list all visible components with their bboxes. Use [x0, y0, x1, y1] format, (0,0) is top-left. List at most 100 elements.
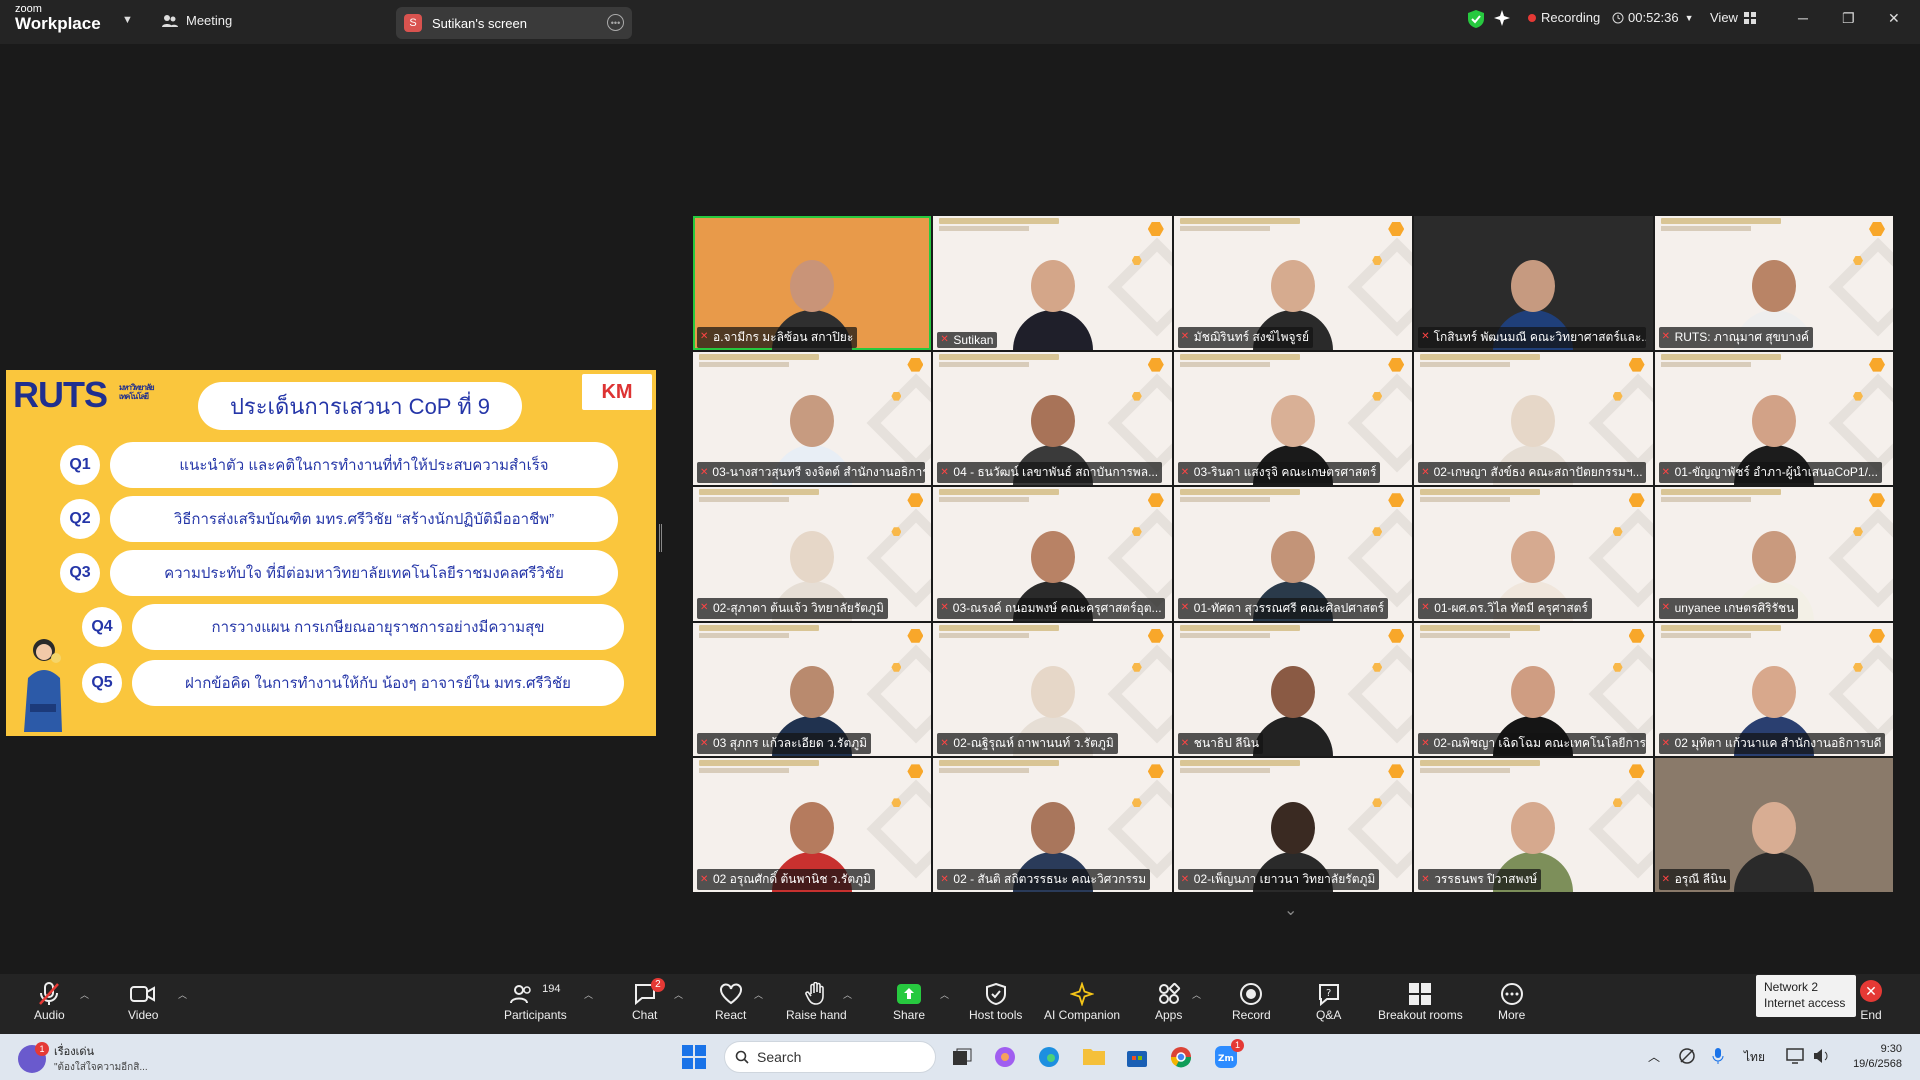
chat-caret-icon[interactable]: ︿: [674, 988, 683, 1001]
more-button[interactable]: More: [1498, 980, 1525, 1022]
svg-text:Zm: Zm: [1218, 1054, 1234, 1064]
participant-tile[interactable]: ✕ 02-เพ็ญนภา เยาวนา วิทยาลัยรัตภูมิ: [1173, 758, 1413, 892]
participant-tile[interactable]: ✕ 01-ขัญญาพัชร์ อำภา-ผู้นำเสนอCoP1/...: [1654, 351, 1893, 486]
store-icon[interactable]: [1126, 1046, 1148, 1073]
participants-button[interactable]: 194 Participants: [504, 980, 567, 1022]
participant-name-label: ✕ 02-สุภาดา ต้นแจ้ว วิทยาลัยรัตภูมิ: [697, 597, 888, 619]
chevron-down-icon[interactable]: ⌄: [1284, 900, 1297, 920]
share-button[interactable]: Share: [893, 980, 925, 1022]
task-view-icon[interactable]: [952, 1048, 972, 1071]
more-icon: [1500, 980, 1524, 1008]
qa-button[interactable]: ? Q&A: [1316, 980, 1341, 1022]
taskbar-search[interactable]: Search: [724, 1041, 936, 1073]
participant-head: [1751, 530, 1796, 583]
react-caret-icon[interactable]: ︿: [754, 988, 763, 1001]
participant-tile[interactable]: ✕ 02-ณพิชญา เฉิดโฉม คณะเทคโนโลยีการจั...: [1414, 622, 1653, 757]
background-chevron: [1107, 644, 1172, 744]
background-chevron: [1347, 373, 1413, 473]
participant-tile[interactable]: ✕ 03-นางสาวสุนทรี จงจิตต์ สำนักงานอธิการ.…: [693, 351, 932, 486]
video-button[interactable]: Video: [128, 980, 158, 1022]
meeting-tab[interactable]: Meeting: [162, 13, 232, 28]
participant-tile[interactable]: ✕ มัชฌิรินทร์ สงฆ์ไพจูรย์: [1173, 216, 1413, 350]
audio-caret-icon[interactable]: ︿: [80, 988, 89, 1001]
microphone-icon[interactable]: [1712, 1047, 1724, 1070]
participant-tile[interactable]: ✕ 03 สุภกร แก้วละเอียด ว.รัตภูมิ: [693, 622, 932, 757]
copilot-icon[interactable]: [994, 1046, 1016, 1073]
file-explorer-icon[interactable]: [1082, 1046, 1106, 1071]
apps-caret-icon[interactable]: ︿: [1192, 988, 1201, 1001]
minimize-icon[interactable]: ─: [1798, 10, 1808, 26]
participant-tile[interactable]: ✕ 02 อรุณศักดิ์ ต้นพานิช ว.รัตภูมิ: [693, 758, 932, 892]
participant-tile[interactable]: ✕ 04 - ธนวัฒน์ เลขาพันธ์ สถาบันการพล...: [933, 351, 1172, 486]
chrome-icon[interactable]: [1170, 1046, 1192, 1073]
speaker-icon[interactable]: [1812, 1047, 1830, 1070]
apps-button[interactable]: Apps: [1155, 980, 1182, 1022]
ai-companion-button[interactable]: AI Companion: [1044, 980, 1120, 1022]
news-widget[interactable]: 1 เรื่องเด่น "ต้องใส่ใจความอีกสิ...: [18, 1041, 148, 1075]
host-tools-button[interactable]: Host tools: [969, 980, 1022, 1022]
participant-tile[interactable]: ✕ โกสินทร์ พัฒนมณี คณะวิทยาศาสตร์และ...: [1414, 216, 1653, 350]
banner-text: [699, 353, 819, 360]
shared-slide[interactable]: RUTS มหาวิทยาลัยเทคโนโลยี KM ประเด็นการเส…: [6, 370, 656, 736]
participant-tile[interactable]: ✕ 02 มุทิตา แก้วนาแค สำนักงานอธิการบดี: [1654, 622, 1893, 757]
participant-tile[interactable]: ✕ อ.จามีกร มะลิซ้อน สกาปิยะ: [693, 216, 932, 350]
hexagon-decor: [1388, 628, 1405, 643]
participant-tile[interactable]: ✕ Sutikan: [933, 216, 1172, 350]
chevron-up-icon[interactable]: ︿: [1648, 1048, 1660, 1065]
participant-tile[interactable]: ✕ 03-ณรงค์ ถนอมพงษ์ คณะครุศาสตร์อุต...: [933, 487, 1172, 621]
chevron-down-icon[interactable]: ▼: [122, 14, 133, 26]
record-button[interactable]: Record: [1232, 980, 1271, 1022]
participant-tile[interactable]: ✕ ชนาธิป ลีนิน: [1173, 622, 1413, 757]
participant-tile[interactable]: ✕ 01-ทัศดา สุวรรณศรี คณะศิลปศาสตร์: [1173, 487, 1413, 621]
banner-text: [1179, 489, 1300, 496]
zoom-logo[interactable]: zoom Workplace: [15, 4, 101, 33]
split-handle[interactable]: [659, 524, 662, 552]
audio-button[interactable]: Audio: [34, 980, 65, 1022]
share-caret-icon[interactable]: ︿: [940, 988, 949, 1001]
participants-caret-icon[interactable]: ︿: [584, 988, 593, 1001]
raise-hand-button[interactable]: Raise hand: [786, 980, 847, 1022]
participant-tile[interactable]: ✕ 03-รินดา แสงรุจิ คณะเกษตรศาสตร์: [1173, 351, 1413, 486]
system-clock[interactable]: 9:30 19/6/2568: [1853, 1042, 1902, 1072]
shield-icon[interactable]: [1468, 10, 1484, 28]
participant-tile[interactable]: ✕ 02-สุภาดา ต้นแจ้ว วิทยาลัยรัตภูมิ: [693, 487, 932, 621]
more-options-icon[interactable]: •••: [607, 14, 624, 31]
participant-tile[interactable]: ✕ อรุณี ลีนิน: [1654, 758, 1893, 892]
participant-tile[interactable]: ✕ 02 - สันติ สถิตวรรธนะ คณะวิศวกรรม: [933, 758, 1172, 892]
mic-muted-icon: ✕: [700, 602, 709, 614]
participant-tile[interactable]: ✕ RUTS: ภาณุมาศ สุขบางค์: [1654, 216, 1893, 350]
participant-name-label: ✕ 02 - สันติ สถิตวรรธนะ คณะวิศวกรรม: [937, 869, 1151, 890]
breakout-rooms-button[interactable]: Breakout rooms: [1378, 980, 1463, 1022]
end-button[interactable]: ✕ End: [1860, 980, 1882, 1022]
meeting-timer[interactable]: 00:52:36 ▼: [1612, 10, 1694, 25]
recording-indicator[interactable]: Recording: [1528, 10, 1600, 25]
chat-button[interactable]: 2 Chat: [632, 978, 665, 1022]
edge-icon[interactable]: [1038, 1046, 1060, 1073]
participant-tile[interactable]: ✕ 01-ผศ.ดร.วิไล ทัตมี ครุศาสตร์: [1414, 487, 1653, 621]
restore-icon[interactable]: ❐: [1842, 10, 1855, 27]
react-button[interactable]: React: [715, 980, 746, 1022]
video-caret-icon[interactable]: ︿: [178, 988, 187, 1001]
participant-name-label: ✕ 02 มุทิตา แก้วนาแค สำนักงานอธิการบดี: [1658, 733, 1886, 755]
participant-name-label: ✕ 02-เพ็ญนภา เยาวนา วิทยาลัยรัตภูมิ: [1177, 869, 1380, 890]
chat-icon: 2: [633, 978, 665, 1008]
display-icon[interactable]: [1786, 1047, 1804, 1070]
close-icon[interactable]: ✕: [1888, 10, 1900, 27]
participant-tile[interactable]: ✕ วรรธนพร ปิวาสพงษ์: [1414, 758, 1653, 892]
mic-muted-icon: ✕: [1661, 737, 1670, 749]
question-id: Q1: [60, 445, 100, 485]
network-icon[interactable]: [1678, 1047, 1696, 1070]
participant-tile[interactable]: ✕ 02-เกษญา สังข์ธง คณะสถาปัตยกรรมฯ...: [1414, 351, 1653, 486]
participant-name-label: ✕ 03 สุภกร แก้วละเอียด ว.รัตภูมิ: [697, 733, 872, 755]
share-title: Sutikan's screen: [432, 15, 527, 31]
mic-muted-icon: ✕: [1180, 602, 1190, 614]
ai-sparkle-icon[interactable]: [1494, 10, 1510, 26]
participant-tile[interactable]: ✕ unyanee เกษตรศิริรัชน: [1654, 487, 1893, 621]
language-indicator[interactable]: ไทย: [1744, 1048, 1765, 1067]
raise-hand-caret-icon[interactable]: ︿: [843, 988, 852, 1001]
screen-share-tab[interactable]: S Sutikan's screen •••: [396, 7, 632, 39]
zoom-taskbar-icon[interactable]: Zm 1: [1214, 1039, 1244, 1074]
participant-tile[interactable]: ✕ 02-ณฐิรุณห์ ถาพานนท์ ว.รัตภูมิ: [933, 622, 1172, 757]
windows-start-icon[interactable]: [682, 1045, 706, 1074]
view-button[interactable]: View: [1710, 10, 1756, 25]
